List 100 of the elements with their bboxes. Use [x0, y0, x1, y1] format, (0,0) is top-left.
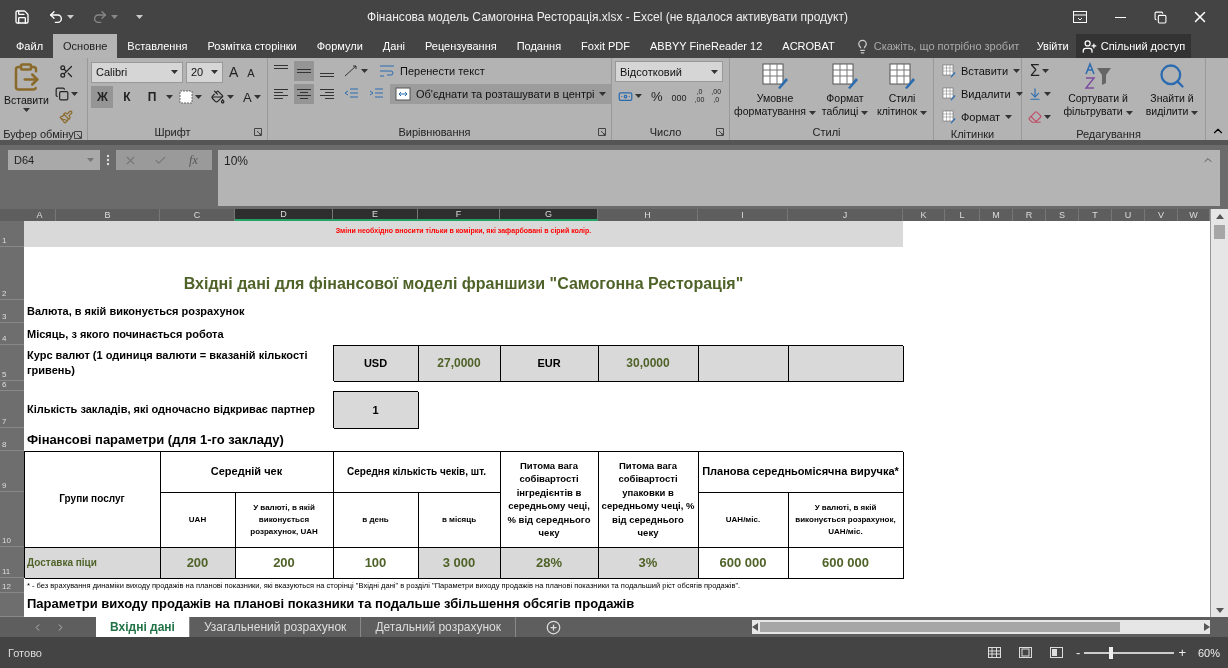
formula-field[interactable]: 10% [218, 150, 1220, 206]
column-header[interactable]: M [980, 209, 1013, 221]
ribbon-tab[interactable]: Основне [53, 34, 118, 58]
column-header[interactable]: L [945, 209, 980, 221]
dialog-launcher-icon[interactable] [254, 128, 262, 136]
scroll-up-icon[interactable] [1215, 213, 1224, 219]
borders-icon [179, 90, 193, 104]
row-header[interactable]: 10 [0, 492, 24, 547]
sign-in-link[interactable]: Увійти [1031, 34, 1074, 58]
cells-button[interactable]: Видалити [937, 84, 1028, 104]
outlets-label: Кількість закладів, які одночасно відкриває партнер [26, 402, 317, 417]
column-header[interactable]: G [500, 209, 598, 221]
grow-font-button[interactable]: A [226, 61, 242, 83]
column-header[interactable]: B [56, 209, 160, 221]
ribbon-tab[interactable]: Foxit PDF [571, 34, 640, 58]
zoom-level[interactable]: 60% [1197, 646, 1220, 659]
column-header[interactable]: S [1046, 209, 1079, 221]
font-style-button[interactable]: П [141, 86, 163, 108]
autosum-button[interactable]: Σ [1025, 61, 1054, 81]
column-header[interactable]: C [160, 209, 235, 221]
dialog-launcher-icon[interactable] [598, 128, 606, 136]
horizontal-scrollbar[interactable] [752, 620, 1210, 634]
tell-me-field[interactable]: Скажіть, що потрібно зробит [873, 40, 1032, 52]
styles-button[interactable]: Умовне форматування [733, 61, 817, 119]
share-button[interactable]: Спільний доступ [1075, 34, 1192, 58]
row-header[interactable]: 1 [0, 221, 24, 247]
ribbon-tab[interactable]: Подання [506, 34, 572, 58]
row-header[interactable]: 5 [0, 345, 24, 381]
sort-filter-button[interactable]: Сортувати й фільтрувати [1056, 61, 1140, 119]
row-header[interactable]: 4 [0, 323, 24, 345]
scroll-down-icon[interactable] [1215, 607, 1224, 613]
column-header[interactable]: V [1145, 209, 1178, 221]
ribbon-tab[interactable]: Рецензування [414, 34, 507, 58]
row-header[interactable]: 7 [0, 391, 24, 428]
ribbon-tab[interactable]: Дані [372, 34, 415, 58]
sheet-tab[interactable]: Вхідні дані [96, 617, 190, 637]
styles-button[interactable]: Формат таблиці [819, 61, 871, 119]
percent-button[interactable]: % [648, 85, 666, 107]
column-header[interactable]: I [698, 209, 788, 221]
ribbon-tab[interactable]: ABBYY FineReader 12 [640, 34, 773, 58]
scroll-thumb[interactable] [760, 622, 1120, 632]
vertical-scrollbar[interactable] [1210, 209, 1228, 617]
cells-button[interactable]: Формат [937, 107, 1028, 127]
column-header[interactable]: J [788, 209, 903, 221]
horizontal-align-button[interactable] [294, 84, 314, 104]
row-header[interactable]: 11 [0, 547, 24, 578]
find-select-button[interactable]: Знайти й виділити [1142, 61, 1202, 119]
scroll-right-icon[interactable] [1204, 623, 1210, 631]
caret-icon [211, 70, 218, 74]
vertical-align-button[interactable] [294, 61, 314, 81]
font-name-field[interactable]: Calibri [91, 61, 183, 83]
ribbon-tab[interactable]: Формули [306, 34, 373, 58]
column-header[interactable]: H [598, 209, 698, 221]
zoom-out-button[interactable]: - [1072, 645, 1085, 660]
font-size-field[interactable]: 20 [186, 61, 223, 83]
column-header[interactable]: E [333, 209, 418, 221]
scroll-left-icon[interactable] [752, 623, 758, 631]
paste-button[interactable]: Вставити [3, 61, 50, 113]
column-header[interactable]: W [1178, 209, 1210, 221]
column-header[interactable]: D [235, 209, 333, 221]
font-style-button[interactable]: К [116, 86, 138, 108]
row-header[interactable]: 8 [0, 428, 24, 451]
ribbon-tab[interactable]: Файл [6, 34, 54, 58]
input-cell[interactable]: USD [333, 345, 418, 381]
number-format-field[interactable]: Відсотковий [615, 61, 723, 82]
thousands-button[interactable]: 000 [668, 85, 690, 107]
dialog-launcher-icon[interactable] [74, 131, 82, 139]
column-header[interactable]: F [418, 209, 500, 221]
zoom-in-button[interactable]: + [1174, 645, 1190, 660]
font-style-button[interactable]: Ж [91, 86, 113, 108]
input-cell[interactable]: 1 [333, 391, 418, 428]
column-header[interactable]: R [1013, 209, 1046, 221]
column-header[interactable]: U [1112, 209, 1145, 221]
ribbon-tab[interactable]: Розмітка сторінки [197, 34, 307, 58]
ribbon-tab[interactable]: Вставлення [117, 34, 198, 58]
row-header[interactable]: 6 [0, 381, 24, 391]
font-color-button[interactable]: A [240, 87, 264, 107]
merge-center-button[interactable]: Об'єднати та розташувати в центрі [390, 84, 612, 104]
row-header[interactable]: 9 [0, 451, 24, 492]
row-header[interactable]: 3 [0, 300, 24, 323]
ribbon-tab[interactable]: ACROBAT [772, 34, 845, 58]
name-box[interactable]: D64 [8, 150, 100, 170]
shrink-font-button[interactable]: A [244, 61, 258, 83]
input-cell[interactable]: EUR [500, 345, 598, 381]
wrap-text-icon [379, 64, 395, 78]
styles-button[interactable]: Стилі клітинок [873, 61, 931, 119]
table-cell: Доставка піци [24, 547, 160, 578]
cells-button[interactable]: Вставити [937, 61, 1028, 81]
wrap-text-button[interactable]: Перенести текст [374, 61, 490, 81]
input-cell[interactable]: 27,0000 [418, 345, 500, 381]
borders-button[interactable] [176, 87, 205, 107]
input-cell[interactable]: 30,0000 [598, 345, 698, 381]
column-header[interactable]: K [903, 209, 945, 221]
dialog-launcher-icon[interactable] [716, 128, 724, 136]
zoom-thumb[interactable] [1109, 646, 1114, 659]
row-header[interactable]: 2 [0, 247, 24, 300]
column-header[interactable]: T [1079, 209, 1112, 221]
row-header[interactable]: 12 [0, 578, 24, 593]
scroll-thumb[interactable] [1214, 225, 1225, 239]
column-header[interactable]: A [24, 209, 56, 221]
